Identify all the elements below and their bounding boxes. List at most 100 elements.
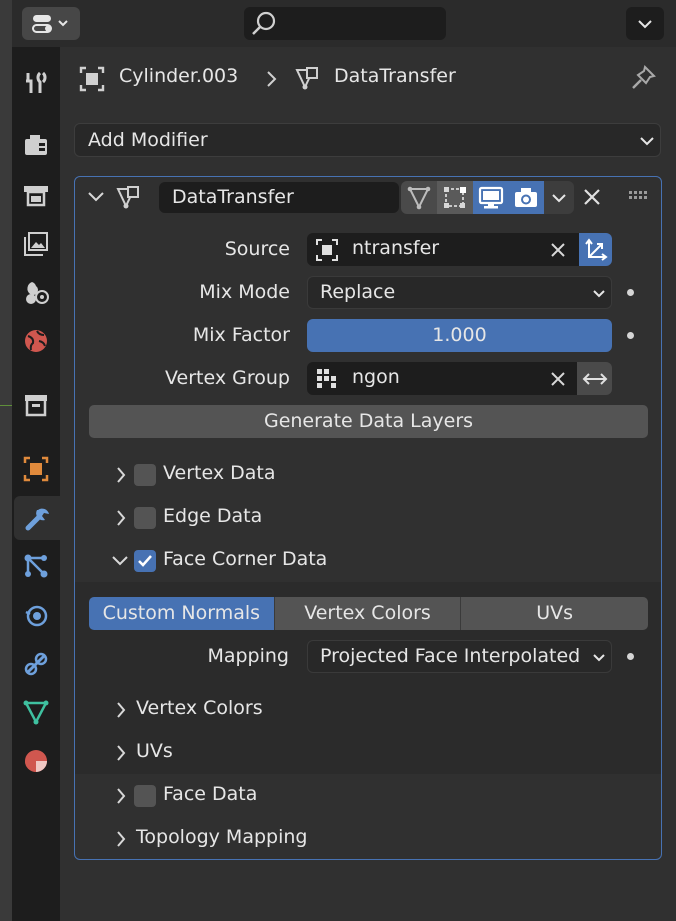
material-icon [25, 750, 47, 772]
clear-icon[interactable] [550, 242, 566, 258]
world-icon [25, 330, 47, 352]
close-icon[interactable] [583, 188, 601, 206]
view-layer-icon [24, 232, 48, 256]
object-icon [79, 66, 105, 92]
source-value: ntransfer [352, 237, 440, 259]
tab-material[interactable] [12, 739, 60, 783]
data-transfer-icon [116, 186, 139, 209]
face-data-label: Face Data [163, 783, 258, 805]
collapse-chevron-icon[interactable] [111, 554, 129, 568]
mix-mode-label: Mix Mode [199, 281, 290, 303]
vertex-data-label: Vertex Data [163, 462, 276, 484]
vertex-group-field[interactable]: ngon [307, 362, 577, 395]
keyframe-dot[interactable] [627, 289, 634, 296]
invert-vertex-group-toggle[interactable] [577, 362, 612, 395]
tab-output[interactable] [12, 173, 60, 217]
edit-mode-toggle[interactable] [401, 181, 437, 214]
mapping-label: Mapping [207, 645, 289, 667]
tab-scene[interactable] [12, 271, 60, 315]
render-toggle[interactable] [508, 181, 544, 214]
mapping-value: Projected Face Interpolated [320, 645, 581, 667]
tab-object[interactable] [12, 447, 60, 491]
modifier-extras-button[interactable] [544, 181, 574, 214]
tool-icon [26, 71, 47, 93]
tab-render[interactable] [12, 123, 60, 167]
scene-icon [26, 282, 49, 304]
expand-chevron-icon[interactable] [115, 744, 127, 762]
topology-mapping-label[interactable]: Topology Mapping [136, 826, 307, 848]
breadcrumb-modifier: DataTransfer [334, 65, 456, 87]
add-modifier-dropdown[interactable]: Add Modifier [74, 123, 661, 157]
constraints-icon [24, 652, 48, 676]
expand-chevron-icon[interactable] [115, 830, 127, 848]
expand-chevron-icon[interactable] [115, 509, 127, 527]
mix-mode-value: Replace [320, 281, 396, 303]
chevron-down-icon [640, 137, 654, 146]
header-options-button[interactable] [626, 7, 664, 40]
drag-handle-icon[interactable] [629, 191, 651, 201]
camera-icon [515, 187, 537, 207]
expand-chevron-icon[interactable] [115, 787, 127, 805]
mapping-dropdown[interactable]: Projected Face Interpolated [307, 640, 612, 673]
tab-world[interactable] [12, 319, 60, 363]
tab-vertex-colors[interactable]: Vertex Colors [273, 597, 461, 630]
source-field[interactable]: ntransfer [307, 233, 579, 266]
face-corner-tabs: Custom Normals Vertex Colors UVs [89, 597, 649, 630]
chevron-down-icon [593, 290, 605, 298]
keyframe-dot[interactable] [627, 332, 634, 339]
object-icon [316, 239, 338, 261]
tab-view-layer[interactable] [12, 222, 60, 266]
source-label: Source [224, 238, 290, 260]
check-icon [138, 555, 152, 567]
vertex-data-checkbox[interactable] [134, 464, 156, 486]
pin-icon[interactable] [630, 63, 658, 91]
expand-chevron-icon[interactable] [115, 701, 127, 719]
expand-chevron-icon[interactable] [115, 466, 127, 484]
mix-factor-slider[interactable]: 1.000 [307, 319, 612, 352]
keyframe-dot[interactable] [627, 653, 634, 660]
render-icon [25, 135, 47, 155]
object-transform-icon [584, 237, 608, 261]
monitor-icon [478, 186, 503, 208]
breadcrumb-object: Cylinder.003 [119, 65, 239, 87]
properties-tab-bar [12, 47, 62, 921]
add-modifier-label: Add Modifier [88, 129, 208, 151]
mix-mode-dropdown[interactable]: Replace [307, 276, 612, 309]
face-corner-data-checkbox[interactable] [134, 550, 156, 572]
modifier-name-field[interactable]: DataTransfer [159, 182, 399, 213]
clear-icon[interactable] [550, 371, 566, 387]
viewport-display-toggle[interactable] [473, 181, 508, 214]
particles-icon [24, 554, 48, 578]
tab-collection[interactable] [12, 383, 60, 427]
generate-data-layers-button[interactable]: Generate Data Layers [89, 405, 648, 438]
mix-factor-label: Mix Factor [192, 324, 290, 346]
data-transfer-icon [295, 67, 318, 90]
search-field[interactable] [244, 7, 446, 40]
edge-data-checkbox[interactable] [134, 507, 156, 529]
uvs-subpanel-label[interactable]: UVs [136, 740, 173, 762]
object-transform-toggle[interactable] [579, 233, 612, 266]
tab-custom-normals[interactable]: Custom Normals [89, 597, 274, 630]
outer-editor-edge [0, 0, 12, 921]
collapse-chevron-icon[interactable] [87, 189, 105, 205]
tab-particles[interactable] [12, 544, 60, 588]
tab-constraints[interactable] [12, 642, 60, 686]
tab-physics[interactable] [12, 593, 60, 637]
tab-data[interactable] [12, 690, 60, 734]
mesh-data-icon [23, 700, 49, 725]
vertex-group-value: ngon [352, 366, 400, 388]
editor-type-button[interactable] [22, 7, 80, 40]
properties-header [12, 0, 676, 47]
face-data-checkbox[interactable] [134, 785, 156, 807]
object-icon [23, 456, 49, 482]
collection-icon [25, 395, 47, 417]
tab-tool[interactable] [12, 61, 60, 105]
tab-uvs[interactable]: UVs [460, 597, 649, 630]
edit-mode-icon [407, 186, 431, 209]
on-cage-icon [444, 186, 466, 208]
on-cage-toggle[interactable] [437, 181, 473, 214]
chevron-down-icon [593, 654, 605, 662]
chevron-down-icon [638, 19, 652, 28]
vertex-colors-subpanel-label[interactable]: Vertex Colors [136, 697, 263, 719]
tab-modifiers[interactable] [14, 496, 62, 540]
